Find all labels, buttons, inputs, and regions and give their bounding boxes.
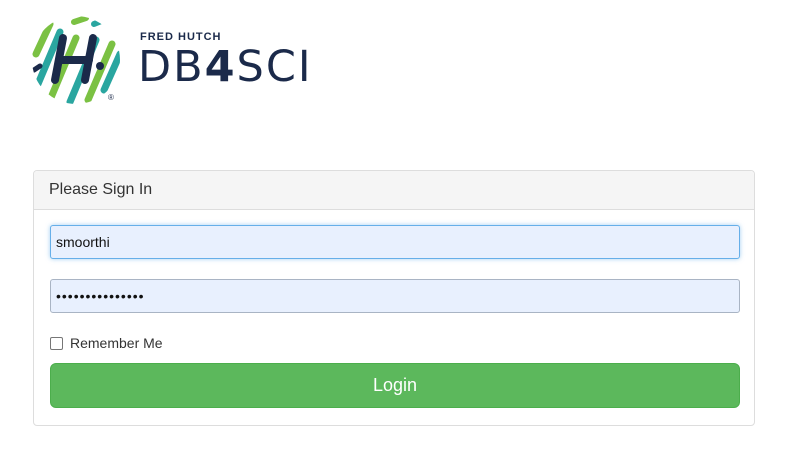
site-logo: ® FRED HUTCH DB4SCI [30,14,320,106]
product-name: DB4SCI [138,41,313,93]
remember-me-row: Remember Me [50,335,163,351]
password-input[interactable] [50,279,740,313]
panel-title: Please Sign In [34,171,754,210]
remember-me-label[interactable]: Remember Me [70,335,163,351]
username-input[interactable] [50,225,740,259]
remember-me-checkbox[interactable] [50,336,63,350]
registered-mark: ® [108,93,114,102]
sign-in-panel: Please Sign In Remember Me Login [33,170,755,426]
fred-hutch-logo-icon: ® [32,16,120,104]
product-name-accent: 4 [204,42,237,92]
login-button[interactable]: Login [50,363,740,408]
product-name-part2: SCI [236,42,313,92]
product-name-part1: DB [138,42,205,92]
sign-in-form: Remember Me Login [34,210,754,408]
